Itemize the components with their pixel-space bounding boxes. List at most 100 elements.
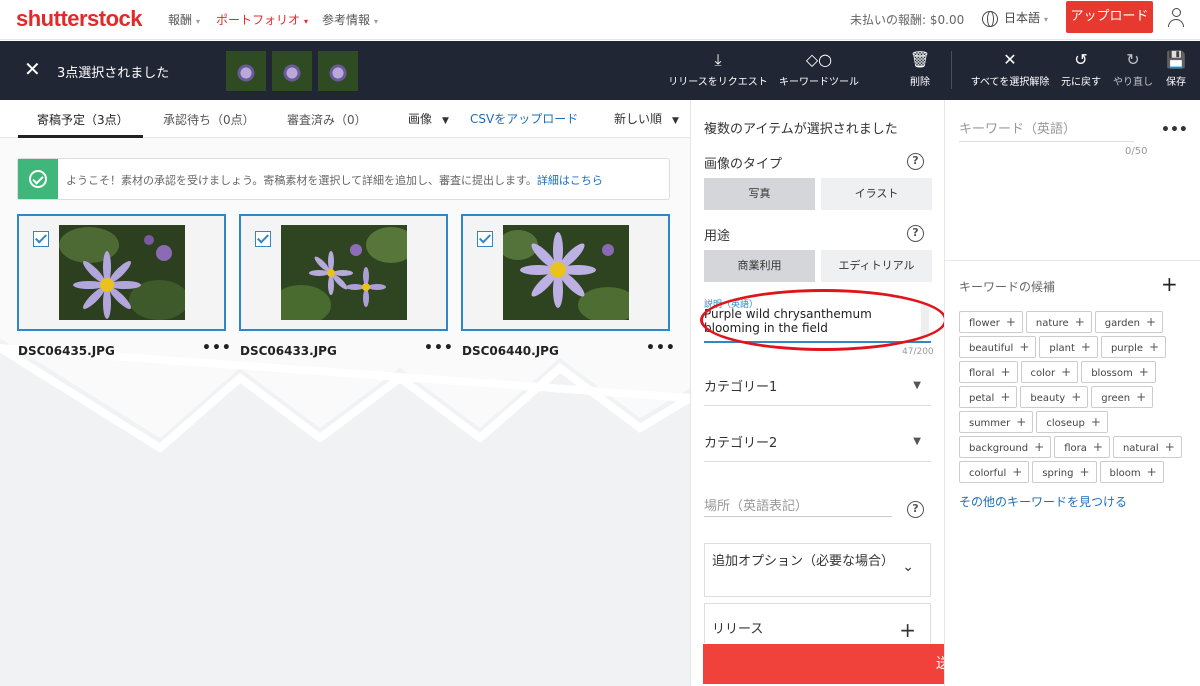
more-options-icon[interactable]: ••• bbox=[1161, 122, 1188, 138]
plus-icon[interactable]: + bbox=[899, 620, 916, 640]
plus-icon[interactable]: + bbox=[1012, 465, 1022, 479]
language-selector[interactable]: 日本語 ▾ bbox=[982, 9, 1048, 27]
more-options-icon[interactable]: ••• bbox=[424, 340, 454, 356]
selected-thumbnail[interactable] bbox=[318, 51, 358, 91]
keyword-chip[interactable]: plant + bbox=[1039, 336, 1098, 358]
keyword-chip[interactable]: natural + bbox=[1112, 436, 1182, 458]
undo-button[interactable]: ↺ 元に戻す bbox=[1058, 51, 1104, 89]
keyword-chip[interactable]: background + bbox=[959, 436, 1052, 458]
keyword-chip[interactable]: blossom + bbox=[1081, 361, 1156, 383]
keyword-chip[interactable]: bloom + bbox=[1099, 461, 1164, 483]
plus-icon[interactable]: + bbox=[1000, 365, 1010, 379]
keyword-chip[interactable]: beauty + bbox=[1020, 386, 1089, 408]
asset-card[interactable] bbox=[239, 214, 448, 331]
plus-icon[interactable]: + bbox=[1147, 465, 1157, 479]
help-icon[interactable]: ? bbox=[907, 153, 924, 170]
keyword-chip[interactable]: garden + bbox=[1094, 311, 1164, 333]
request-release-button[interactable]: ⤓ リリースをリクエスト bbox=[668, 51, 768, 89]
tab-to-submit[interactable]: 寄稿予定（3点） bbox=[37, 111, 129, 128]
keyword-tool-button[interactable]: ◇○ キーワードツール bbox=[778, 51, 860, 89]
location-input[interactable]: 場所（英語表記） bbox=[704, 495, 892, 517]
checkbox-checked[interactable] bbox=[255, 231, 271, 247]
chevron-down-icon: ▾ bbox=[1044, 15, 1049, 24]
keyword-chip[interactable]: floral + bbox=[959, 361, 1018, 383]
usage-commercial-button[interactable]: 商業利用 bbox=[704, 250, 815, 282]
delete-button[interactable]: 🗑 削除 bbox=[905, 50, 935, 89]
keyword-chip[interactable]: flora + bbox=[1054, 436, 1110, 458]
keyword-chip[interactable]: petal + bbox=[959, 386, 1018, 408]
plus-icon[interactable]: + bbox=[1034, 440, 1044, 454]
plus-icon[interactable]: + bbox=[1075, 315, 1085, 329]
button-label: 保存 bbox=[1166, 77, 1186, 88]
shutterstock-logo[interactable]: shutterstock bbox=[16, 6, 143, 32]
plus-icon[interactable]: + bbox=[1079, 465, 1089, 479]
image-type-illustration-button[interactable]: イラスト bbox=[821, 178, 932, 210]
image-type-photo-button[interactable]: 写真 bbox=[704, 178, 815, 210]
redo-button[interactable]: ↻ やり直し bbox=[1110, 51, 1156, 89]
description-text[interactable]: Purple wild chrysanthemum blooming in th… bbox=[704, 307, 919, 335]
selection-toolbar: ✕ 3点選択されました ⤓ リリースをリクエスト ◇○ キーワードツール 🗑 削除 ✕… bbox=[0, 41, 1200, 100]
keyword-chip-label: bloom bbox=[1109, 468, 1141, 479]
keyword-chip[interactable]: beautiful + bbox=[959, 336, 1037, 358]
keyword-chip[interactable]: spring + bbox=[1032, 461, 1097, 483]
plus-icon[interactable]: + bbox=[1146, 315, 1156, 329]
plus-icon[interactable]: + bbox=[1061, 365, 1071, 379]
plus-icon[interactable]: + bbox=[1165, 440, 1175, 454]
keyword-chip[interactable]: nature + bbox=[1025, 311, 1092, 333]
plus-icon[interactable]: + bbox=[1019, 340, 1029, 354]
checkbox-checked[interactable] bbox=[33, 231, 49, 247]
learn-more-link[interactable]: 詳細はこちら bbox=[537, 174, 603, 187]
nav-item-resources[interactable]: 参考情報 ▾ bbox=[322, 11, 378, 28]
keyword-chip[interactable]: purple + bbox=[1100, 336, 1167, 358]
help-icon[interactable]: ? bbox=[907, 225, 924, 242]
selected-thumbnail[interactable] bbox=[272, 51, 312, 91]
nav-item-portfolio[interactable]: ポートフォリオ ▾ bbox=[216, 11, 308, 28]
tab-pending[interactable]: 承認待ち（0点） bbox=[163, 111, 255, 128]
asset-card[interactable] bbox=[461, 214, 670, 331]
plus-icon[interactable]: + bbox=[1000, 390, 1010, 404]
help-icon[interactable]: ? bbox=[907, 501, 924, 518]
close-icon[interactable]: ✕ bbox=[24, 59, 41, 79]
category1-dropdown[interactable]: カテゴリー1 ▼ bbox=[704, 376, 931, 406]
keyword-chip[interactable]: flower + bbox=[959, 311, 1023, 333]
plus-icon[interactable]: + bbox=[1149, 340, 1159, 354]
plus-icon[interactable]: + bbox=[1139, 365, 1149, 379]
trash-icon: 🗑 bbox=[909, 50, 931, 69]
more-options-icon[interactable]: ••• bbox=[646, 340, 676, 356]
nav-item-earnings[interactable]: 報酬 ▾ bbox=[168, 11, 200, 28]
keyword-chip[interactable]: green + bbox=[1091, 386, 1154, 408]
keyword-chip[interactable]: closeup + bbox=[1036, 411, 1108, 433]
usage-editorial-button[interactable]: エディトリアル bbox=[821, 250, 932, 282]
find-more-keywords-link[interactable]: その他のキーワードを見つける bbox=[959, 493, 1127, 510]
category2-dropdown[interactable]: カテゴリー2 ▼ bbox=[704, 432, 931, 462]
sort-dropdown[interactable]: 新しい順 ▼ bbox=[614, 110, 679, 127]
plus-icon[interactable]: + bbox=[1091, 415, 1101, 429]
keyword-chip[interactable]: colorful + bbox=[959, 461, 1030, 483]
plus-icon[interactable]: + bbox=[1093, 440, 1103, 454]
user-account-icon[interactable] bbox=[1167, 8, 1185, 28]
keyword-count: 0/50 bbox=[1125, 146, 1148, 157]
keyword-chip[interactable]: summer + bbox=[959, 411, 1034, 433]
more-options-icon[interactable]: ••• bbox=[202, 340, 232, 356]
release-section[interactable]: リリース + bbox=[704, 603, 931, 643]
textarea-scrollbar[interactable] bbox=[921, 303, 929, 337]
plus-icon[interactable]: + bbox=[1006, 315, 1016, 329]
description-field[interactable]: 説明（英語） Purple wild chrysanthemum bloomin… bbox=[700, 289, 947, 351]
keyword-input[interactable]: キーワード（英語） bbox=[959, 118, 1134, 142]
plus-icon[interactable]: + bbox=[1081, 340, 1091, 354]
plus-icon[interactable]: + bbox=[1016, 415, 1026, 429]
tab-reviewed[interactable]: 審査済み（0） bbox=[287, 111, 367, 128]
upload-button[interactable]: アップロード bbox=[1066, 1, 1153, 33]
deselect-all-button[interactable]: ✕ すべてを選択解除 bbox=[968, 51, 1052, 89]
selected-thumbnail[interactable] bbox=[226, 51, 266, 91]
save-button[interactable]: 💾 保存 bbox=[1162, 51, 1190, 89]
plus-icon[interactable]: + bbox=[1136, 390, 1146, 404]
asset-card[interactable] bbox=[17, 214, 226, 331]
additional-options-accordion[interactable]: 追加オプション（必要な場合） ⌄ bbox=[704, 543, 931, 597]
add-all-plus-icon[interactable]: + bbox=[1161, 272, 1178, 296]
media-type-filter[interactable]: 画像 ▼ bbox=[408, 110, 449, 127]
csv-upload-link[interactable]: CSVをアップロード bbox=[470, 110, 578, 127]
checkbox-checked[interactable] bbox=[477, 231, 493, 247]
plus-icon[interactable]: + bbox=[1071, 390, 1081, 404]
keyword-chip[interactable]: color + bbox=[1020, 361, 1079, 383]
